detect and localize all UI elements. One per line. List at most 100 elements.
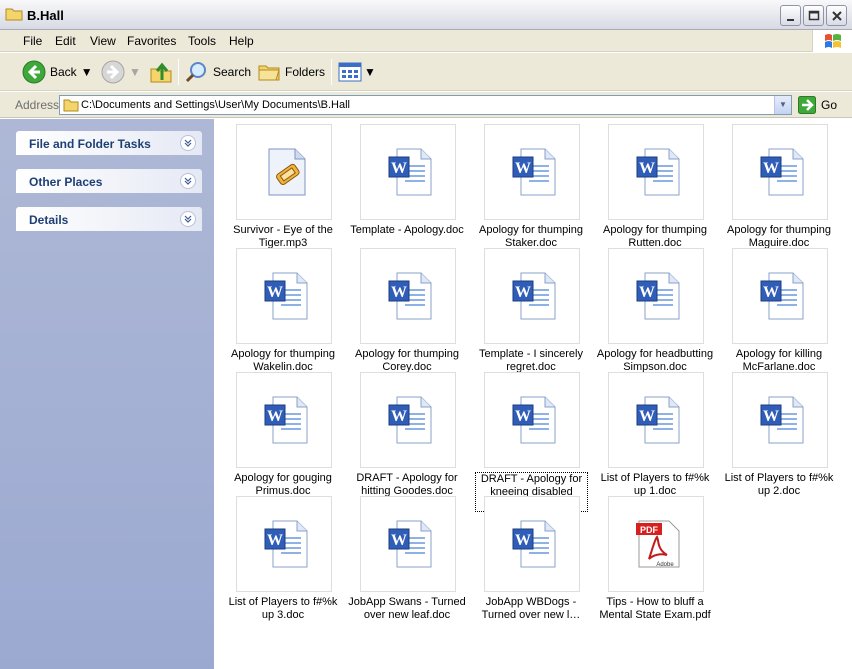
address-path: C:\Documents and Settings\User\My Docume… [81, 99, 350, 111]
file-name[interactable]: List of Players to f#%k up 1.doc [593, 472, 717, 498]
file-name[interactable]: List of Players to f#%k up 2.doc [717, 472, 841, 498]
menu-tools[interactable]: Tools [188, 34, 216, 48]
file-thumbnail[interactable]: W [732, 124, 828, 220]
file-thumbnail[interactable]: W [608, 372, 704, 468]
svg-text:W: W [391, 532, 407, 549]
search-label: Search [213, 65, 252, 79]
maximize-button[interactable] [803, 5, 824, 26]
file-name[interactable]: JobApp WBDogs - Turned over new l… [469, 596, 593, 622]
file-thumbnail[interactable]: W [484, 124, 580, 220]
file-thumbnail[interactable] [236, 124, 332, 220]
up-button[interactable] [149, 58, 173, 86]
search-icon [185, 62, 206, 83]
task-pane: File and Folder Tasks Other Places Detai… [0, 119, 214, 669]
go-button[interactable]: Go [798, 96, 837, 114]
expand-chevron-icon[interactable] [180, 135, 196, 151]
menu-view[interactable]: View [90, 34, 116, 48]
back-button[interactable]: Back ▼ [22, 58, 93, 86]
file-name[interactable]: Survivor - Eye of the Tiger.mp3 [221, 224, 345, 250]
minimize-button[interactable] [780, 5, 801, 26]
file-thumbnail[interactable]: PDF Adobe [608, 496, 704, 592]
file-name[interactable]: Template - Apology.doc [345, 224, 469, 250]
svg-text:W: W [515, 532, 531, 549]
menu-help[interactable]: Help [229, 34, 254, 48]
file-name[interactable]: Apology for thumping Maguire.doc [717, 224, 841, 250]
file-name[interactable]: Apology for thumping Rutten.doc [593, 224, 717, 250]
word-document-icon: W [264, 272, 308, 320]
menu-edit[interactable]: Edit [55, 34, 76, 48]
file-thumbnail[interactable]: W [360, 124, 456, 220]
file-thumbnail[interactable]: W [236, 248, 332, 344]
file-thumbnail[interactable]: W [732, 372, 828, 468]
file-thumbnail[interactable]: W [732, 248, 828, 344]
file-name[interactable]: Apology for thumping Staker.doc [469, 224, 593, 250]
file-name[interactable]: Apology for headbutting Simpson.doc [593, 348, 717, 374]
folders-button[interactable]: Folders [257, 58, 325, 86]
back-dropdown-icon[interactable]: ▼ [81, 65, 93, 79]
details-header[interactable]: Details [16, 207, 202, 231]
file-name[interactable]: DRAFT - Apology for hitting Goodes.doc [345, 472, 469, 498]
folder-icon [5, 8, 23, 21]
file-name[interactable]: Tips - How to bluff a Mental State Exam.… [593, 596, 717, 622]
forward-button[interactable]: ▼ [101, 58, 141, 86]
folder-up-icon [150, 62, 172, 83]
file-thumbnail[interactable]: W [236, 372, 332, 468]
file-and-folder-tasks-header[interactable]: File and Folder Tasks [16, 131, 202, 155]
word-document-icon: W [512, 148, 556, 196]
maximize-icon [808, 10, 820, 21]
word-document-icon: W [636, 148, 680, 196]
svg-text:W: W [515, 408, 531, 425]
word-document-icon: W [636, 272, 680, 320]
folders-label: Folders [285, 65, 326, 79]
file-thumbnail[interactable]: W [484, 248, 580, 344]
close-icon [832, 11, 842, 21]
toolbar-separator [178, 59, 179, 85]
close-button[interactable] [826, 5, 847, 26]
views-button[interactable]: ▼ [338, 58, 376, 86]
file-thumbnail[interactable]: W [608, 248, 704, 344]
other-places-header[interactable]: Other Places [16, 169, 202, 193]
svg-text:W: W [391, 408, 407, 425]
file-thumbnail[interactable]: W [360, 248, 456, 344]
file-thumbnail[interactable]: W [484, 496, 580, 592]
search-button[interactable]: Search [185, 58, 251, 86]
title-bar[interactable]: B.Hall [0, 0, 852, 30]
word-document-icon: W [636, 396, 680, 444]
file-thumbnail[interactable]: W [360, 496, 456, 592]
file-name[interactable]: Template - I sincerely regret.doc [469, 348, 593, 374]
address-input[interactable]: C:\Documents and Settings\User\My Docume… [59, 95, 792, 115]
word-document-icon: W [264, 396, 308, 444]
file-name[interactable]: Apology for killing McFarlane.doc [717, 348, 841, 374]
file-view[interactable]: Survivor - Eye of the Tiger.mp3 W Template… [214, 119, 852, 669]
file-name[interactable]: Apology for thumping Corey.doc [345, 348, 469, 374]
word-document-icon: W [760, 148, 804, 196]
word-document-icon: W [388, 148, 432, 196]
file-thumbnail[interactable]: W [608, 124, 704, 220]
word-document-icon: W [512, 272, 556, 320]
views-dropdown-icon[interactable]: ▼ [364, 65, 376, 79]
forward-dropdown-icon[interactable]: ▼ [129, 65, 141, 79]
file-thumbnail[interactable]: W [236, 496, 332, 592]
svg-text:W: W [515, 160, 531, 177]
minimize-icon [787, 19, 794, 21]
section-label: File and Folder Tasks [29, 137, 151, 151]
menu-file[interactable]: File [23, 34, 42, 48]
file-thumbnail[interactable]: W [360, 372, 456, 468]
word-document-icon: W [760, 396, 804, 444]
file-name[interactable]: JobApp Swans - Turned over new leaf.doc [345, 596, 469, 622]
file-name[interactable]: Apology for gouging Primus.doc [221, 472, 345, 498]
file-name[interactable]: Apology for thumping Wakelin.doc [221, 348, 345, 374]
file-name[interactable]: List of Players to f#%k up 3.doc [221, 596, 345, 622]
expand-chevron-icon[interactable] [180, 173, 196, 189]
forward-arrow-icon [101, 60, 125, 84]
svg-text:W: W [763, 284, 779, 301]
word-document-icon: W [388, 396, 432, 444]
menu-favorites[interactable]: Favorites [127, 34, 176, 48]
file-thumbnail[interactable]: W [484, 372, 580, 468]
section-label: Other Places [29, 175, 103, 189]
back-label: Back [50, 65, 77, 79]
views-icon [338, 62, 362, 82]
address-dropdown-button[interactable]: ▼ [774, 96, 791, 114]
expand-chevron-icon[interactable] [180, 211, 196, 227]
svg-text:W: W [639, 284, 655, 301]
